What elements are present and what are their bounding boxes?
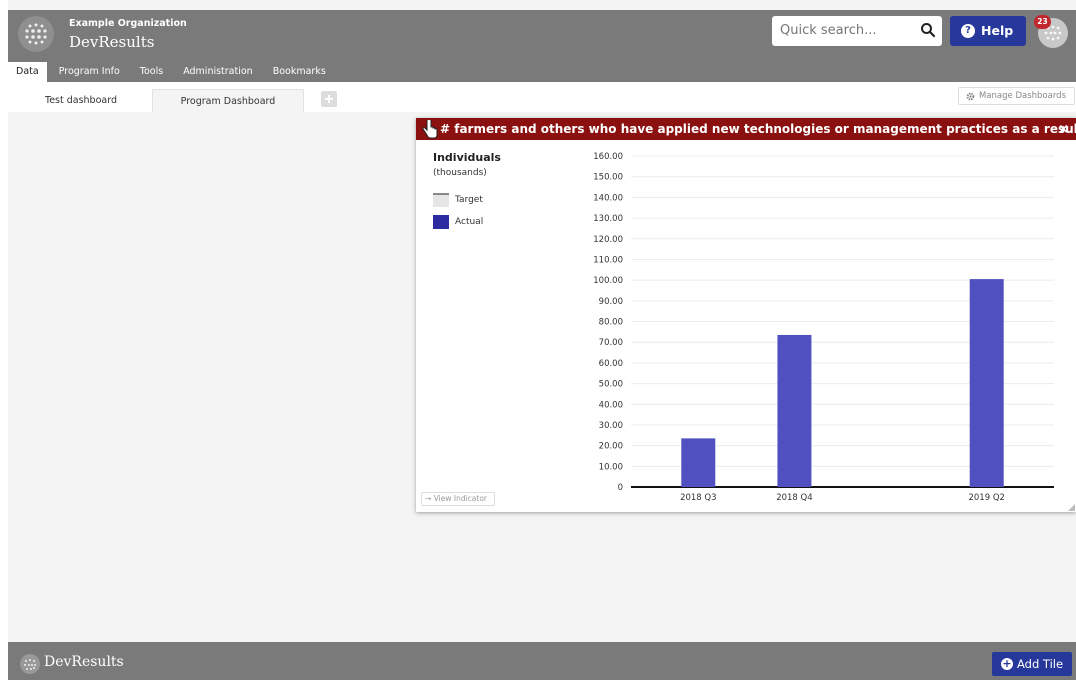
org-name: Example Organization (69, 18, 187, 29)
tab-program-dashboard[interactable]: Program Dashboard (152, 89, 304, 112)
help-icon: ? (961, 24, 975, 38)
resize-handle[interactable] (1068, 504, 1075, 511)
x-tick-label: 2018 Q4 (776, 493, 812, 503)
org-logo-icon[interactable] (18, 16, 54, 52)
search-icon[interactable] (920, 22, 936, 41)
app-name: DevResults (69, 33, 155, 51)
nav-item-tools[interactable]: Tools (132, 62, 171, 82)
manage-dashboards-button[interactable]: Manage Dashboards (958, 87, 1075, 105)
footer-brand: DevResults (44, 654, 124, 670)
y-tick-label: 120.00 (593, 235, 623, 245)
legend-label-actual: Actual (455, 217, 484, 227)
add-tile-button[interactable]: + Add Tile (992, 652, 1072, 676)
y-tick-label: 10.00 (599, 462, 623, 472)
main-nav: Data Program Info Tools Administration B… (8, 62, 338, 82)
x-tick-label: 2019 Q2 (968, 493, 1004, 503)
footer-logo-icon (20, 654, 40, 674)
unit-sublabel: (thousands) (433, 168, 487, 178)
y-tick-label: 130.00 (593, 214, 623, 224)
indicator-tile: # farmers and others who have applied ne… (416, 118, 1076, 512)
y-tick-label: 100.00 (593, 276, 623, 286)
view-indicator-label: View Indicator (433, 494, 488, 503)
dashboard-tab-bar: Test dashboard Program Dashboard Manage … (8, 82, 1076, 112)
tile-header[interactable]: # farmers and others who have applied ne… (416, 118, 1076, 140)
nav-item-program-info[interactable]: Program Info (51, 62, 128, 82)
nav-item-administration[interactable]: Administration (175, 62, 261, 82)
tab-test-dashboard[interactable]: Test dashboard (9, 89, 153, 112)
x-tick-label: 2018 Q3 (680, 493, 716, 503)
y-tick-label: 30.00 (599, 421, 623, 431)
unit-label: Individuals (433, 151, 501, 164)
plus-circle-icon: + (1001, 657, 1013, 670)
app-frame: Example Organization DevResults ? Help 2… (8, 0, 1076, 680)
y-tick-label: 160.00 (593, 152, 623, 162)
manage-dashboards-label: Manage Dashboards (979, 91, 1067, 101)
tile-title: # farmers and others who have applied ne… (440, 122, 1076, 136)
y-tick-label: 90.00 (599, 297, 623, 307)
notification-badge[interactable]: 23 (1034, 15, 1051, 29)
search-input[interactable] (780, 23, 905, 38)
bar-actual (777, 334, 812, 487)
y-tick-label: 0 (618, 483, 623, 493)
plus-icon (325, 95, 333, 103)
nav-item-data[interactable]: Data (8, 62, 47, 82)
add-dashboard-button[interactable] (321, 91, 337, 107)
y-tick-label: 40.00 (599, 400, 623, 410)
close-icon[interactable]: × (1058, 122, 1069, 137)
view-indicator-button[interactable]: → View Indicator (421, 492, 495, 506)
hand-cursor-icon (422, 118, 438, 143)
gear-icon (966, 91, 975, 107)
y-tick-label: 50.00 (599, 380, 623, 390)
nav-item-bookmarks[interactable]: Bookmarks (265, 62, 334, 82)
y-tick-label: 80.00 (599, 318, 623, 328)
help-label: Help (981, 23, 1014, 38)
legend-swatch-actual (433, 215, 449, 229)
y-tick-label: 140.00 (593, 193, 623, 203)
add-tile-label: Add Tile (1017, 657, 1064, 671)
quick-search[interactable] (772, 16, 942, 46)
arrow-right-icon: → (425, 494, 432, 503)
y-tick-label: 20.00 (599, 442, 623, 452)
top-bar: Example Organization DevResults ? Help 2… (8, 10, 1076, 82)
legend-label-target: Target (455, 195, 483, 205)
legend-swatch-target (433, 193, 449, 207)
y-tick-label: 70.00 (599, 338, 623, 348)
y-tick-label: 150.00 (593, 173, 623, 183)
bar-actual (969, 279, 1004, 487)
y-tick-label: 110.00 (593, 255, 623, 265)
bar-actual (681, 438, 716, 487)
bar-chart: 0 10.00 20.00 30.00 40.00 50.00 60.00 70.00 80.0… (593, 152, 1054, 503)
help-button[interactable]: ? Help (950, 16, 1026, 46)
footer-bar: DevResults + Add Tile (8, 642, 1076, 680)
y-tick-label: 60.00 (599, 359, 623, 369)
